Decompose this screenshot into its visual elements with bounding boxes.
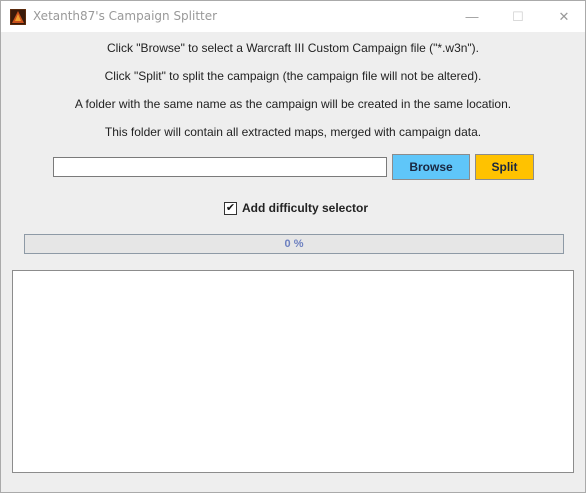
instruction-browse: Click "Browse" to select a Warcraft III …	[106, 41, 480, 55]
title-bar[interactable]: Xetanth87's Campaign Splitter — ☐ ✕	[1, 1, 585, 32]
maximize-button[interactable]: ☐	[495, 1, 541, 32]
progress-bar: 0 %	[24, 234, 564, 254]
instruction-split: Click "Split" to split the campaign (the…	[104, 69, 482, 83]
checkmark-icon: ✔	[225, 201, 236, 214]
minimize-icon: —	[465, 9, 479, 24]
app-window: Xetanth87's Campaign Splitter — ☐ ✕ Clic…	[0, 0, 586, 493]
difficulty-checkbox-label: Add difficulty selector	[242, 201, 369, 215]
maximize-icon: ☐	[512, 8, 524, 24]
instruction-contents: This folder will contain all extracted m…	[104, 125, 482, 139]
browse-button[interactable]: Browse	[392, 154, 470, 180]
campaign-file-path-input[interactable]	[53, 157, 387, 177]
instruction-folder: A folder with the same name as the campa…	[74, 97, 512, 111]
browse-button-label: Browse	[409, 160, 453, 174]
difficulty-selector-option[interactable]: ✔ Add difficulty selector	[224, 201, 368, 215]
main-panel: Click "Browse" to select a Warcraft III …	[1, 32, 585, 492]
split-button[interactable]: Split	[475, 154, 534, 180]
split-button-label: Split	[491, 160, 518, 174]
warcraft-app-icon	[10, 9, 26, 25]
difficulty-checkbox[interactable]: ✔	[224, 201, 237, 215]
close-icon: ✕	[558, 8, 570, 24]
window-title: Xetanth87's Campaign Splitter	[33, 9, 218, 23]
output-log-area[interactable]	[12, 270, 574, 473]
progress-percent-text: 0 %	[284, 238, 304, 250]
minimize-button[interactable]: —	[449, 1, 495, 32]
close-button[interactable]: ✕	[541, 1, 586, 32]
